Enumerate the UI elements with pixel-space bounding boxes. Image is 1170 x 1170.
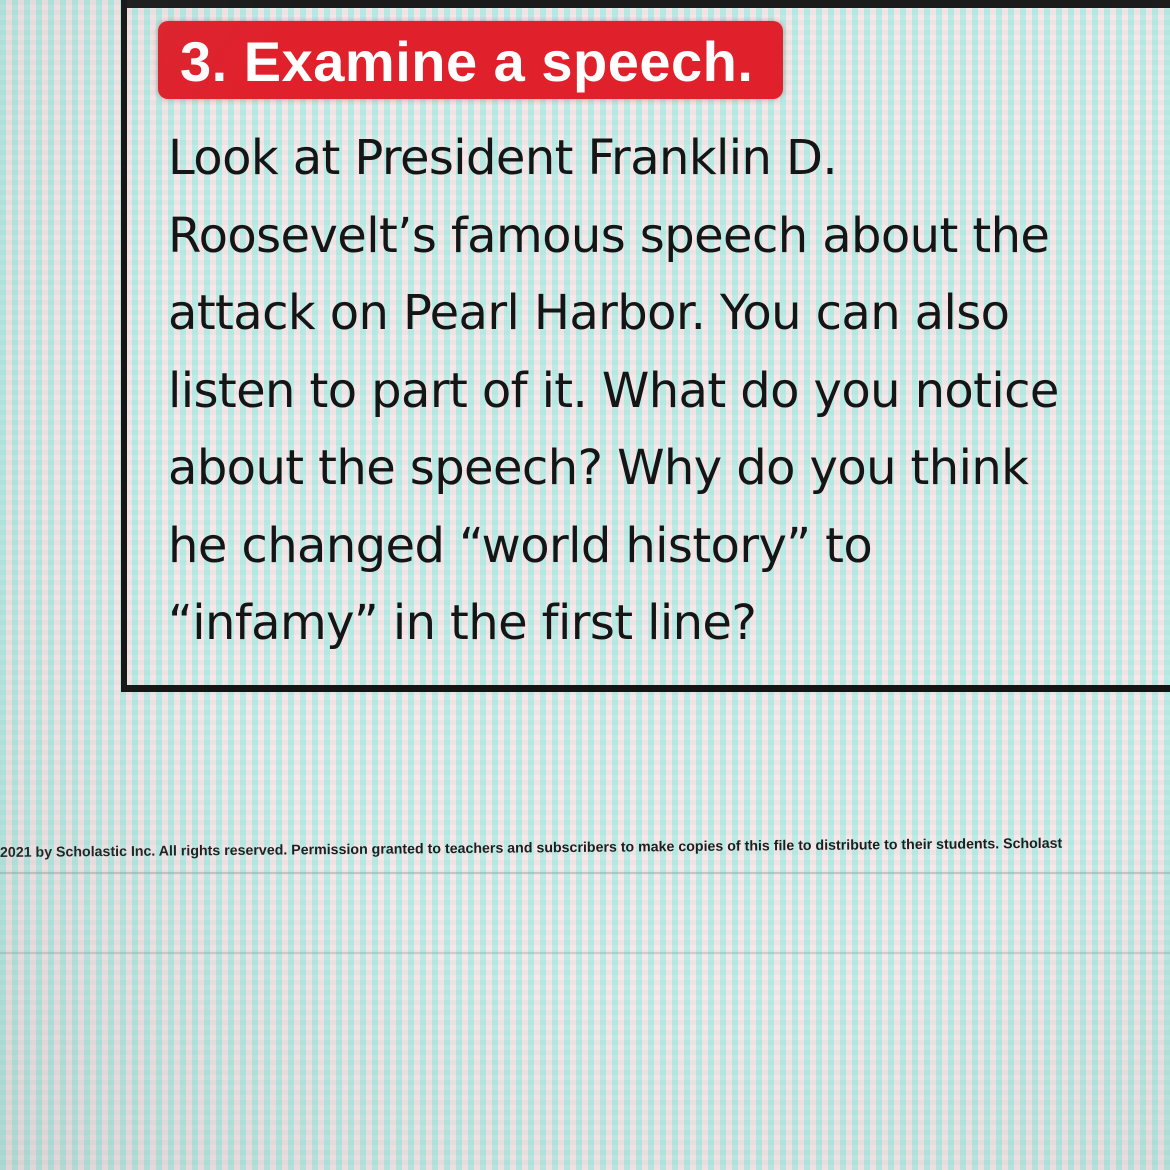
divider-line — [0, 872, 1170, 874]
instruction-line: he changed “world history” to — [168, 517, 873, 574]
divider-line — [0, 952, 1170, 954]
copyright-footer: 2021 by Scholastic Inc. All rights reser… — [0, 835, 1063, 861]
instruction-line: attack on Pearl Harbor. You can also — [168, 285, 1010, 341]
instruction-line: Roosevelt’s famous speech about the — [168, 207, 1050, 264]
instruction-line: listen to part of it. What do you notice — [168, 362, 1059, 419]
activity-instructions: Look at President Franklin D. Roosevelt’… — [168, 120, 1158, 663]
activity-heading: 3. Examine a speech. — [180, 30, 754, 93]
instruction-line: “infamy” in the first line? — [168, 595, 757, 651]
instruction-line: Look at President Franklin D. — [168, 130, 838, 186]
instruction-line: about the speech? Why do you think — [168, 440, 1029, 496]
